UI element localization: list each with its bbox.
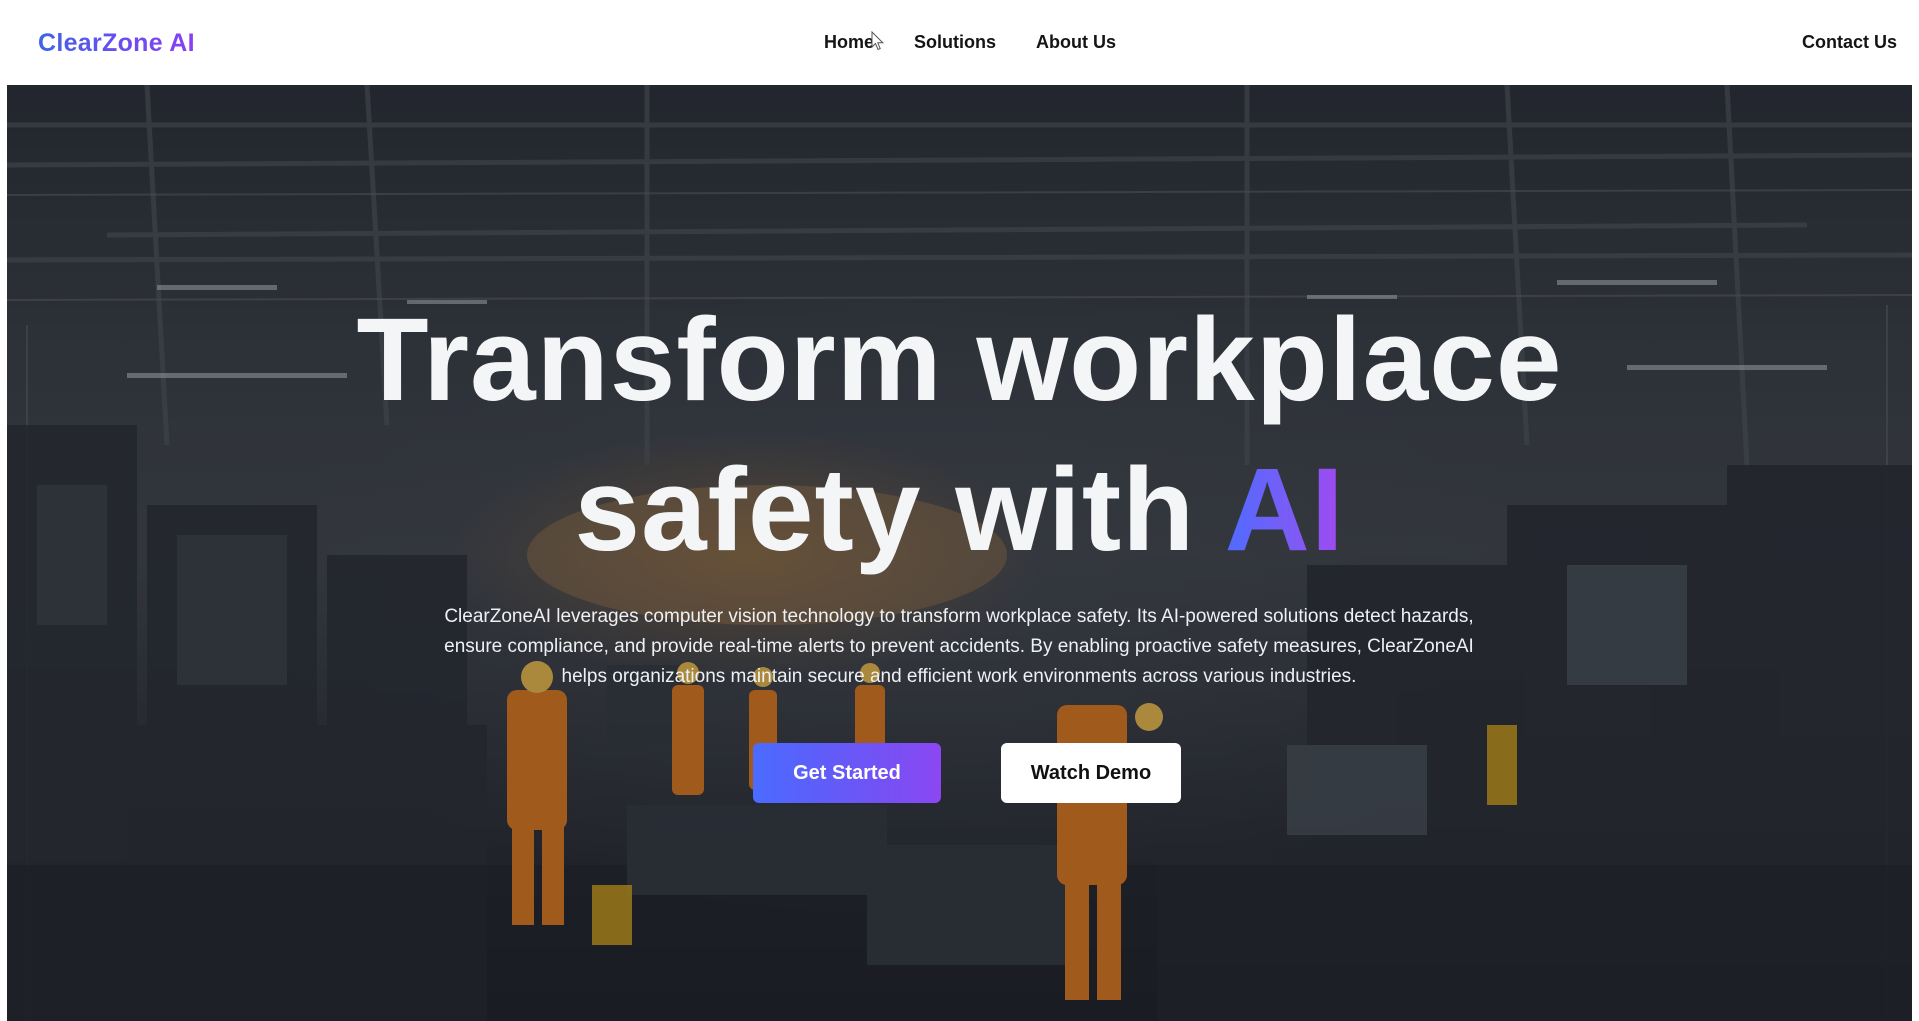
hero-section: Transform workplace safety with AI ClearZ…	[7, 85, 1912, 1021]
hero-title-line1: Transform workplace	[356, 294, 1563, 426]
watch-demo-button[interactable]: Watch Demo	[1001, 743, 1181, 803]
hero-title: Transform workplace safety with AI	[7, 285, 1912, 585]
navbar: ClearZone AI Home Solutions About Us Con…	[0, 0, 1919, 85]
nav-link-home[interactable]: Home	[824, 31, 874, 53]
nav-link-solutions[interactable]: Solutions	[914, 31, 996, 53]
get-started-button[interactable]: Get Started	[753, 743, 941, 803]
main-nav: Home Solutions About Us	[824, 31, 1116, 53]
nav-link-contact-us[interactable]: Contact Us	[1802, 31, 1897, 53]
nav-link-about-us[interactable]: About Us	[1036, 31, 1116, 53]
hero-title-highlight: AI	[1224, 444, 1345, 576]
brand-logo[interactable]: ClearZone AI	[38, 28, 195, 58]
mouse-pointer-icon	[871, 31, 885, 51]
hero-description: ClearZoneAI leverages computer vision te…	[444, 606, 1474, 687]
hero-title-line2: safety with	[574, 444, 1225, 576]
